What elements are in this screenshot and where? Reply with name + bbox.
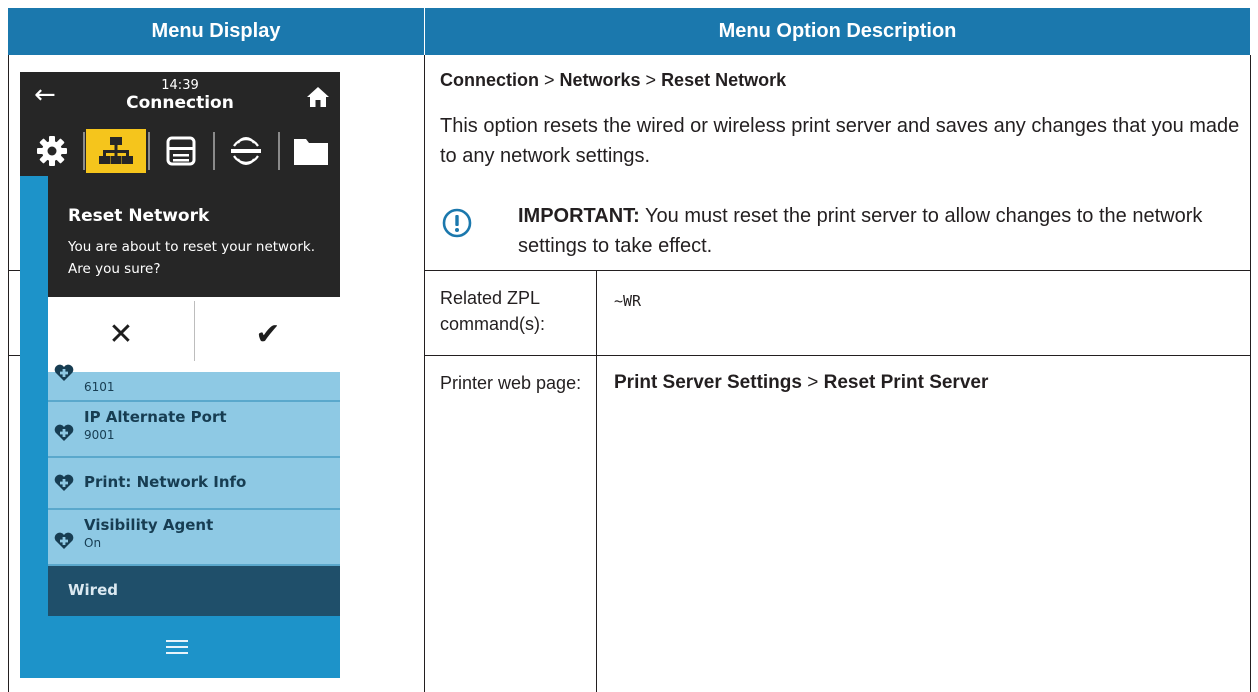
item-value: 6101 [84,380,115,394]
top-bar: ← 14:39 Connection [20,72,340,126]
favorite-plus-icon [54,364,74,381]
list-item[interactable]: Visibility Agent On [48,510,340,566]
web-page-path: Print Server Settings > Reset Print Serv… [614,372,989,393]
item-value: 9001 [84,428,115,442]
item-name: Visibility Agent [84,516,214,534]
row-divider-2 [424,355,1251,356]
tab-separator [278,132,280,170]
wireless-icon [231,137,261,165]
checkmark-icon: ✔ [255,317,281,352]
printer-display: ← 14:39 Connection Reset Network You are… [20,72,340,678]
left-tick-2 [8,355,20,356]
close-icon: ✕ [108,317,134,352]
web-page-label: Printer web page: [440,373,582,393]
dialog-buttons: ✕ ✔ [48,297,340,372]
settings-icon [37,136,67,166]
header-menu-option-description: Menu Option Description [425,8,1250,55]
label-column-divider [596,270,597,692]
item-name: IP Alternate Port [84,408,227,426]
header-menu-display: Menu Display [8,8,424,55]
folder-icon [294,139,328,165]
tab-sensors[interactable] [216,129,276,173]
tab-separator [213,132,215,170]
tab-separator [148,132,150,170]
table-border-right [1250,55,1251,692]
menu-path: Connection > Networks > Reset Network [440,70,787,90]
left-tick-1 [8,270,20,271]
item-name: Print: Network Info [84,473,247,491]
cancel-button[interactable]: ✕ [48,297,194,372]
tab-separator [83,132,85,170]
printer-icon [166,136,196,166]
tab-storage[interactable] [281,129,340,173]
home-icon[interactable] [306,86,330,108]
tab-print[interactable] [151,129,211,173]
tab-network[interactable] [86,129,146,173]
row-divider-1 [424,270,1251,271]
table-border-left [8,55,9,692]
tab-settings[interactable] [22,129,82,173]
network-icon [99,137,133,164]
important-icon [442,208,472,238]
favorite-plus-icon [54,424,74,441]
dialog-title: Reset Network [68,206,210,226]
confirm-button[interactable]: ✔ [195,297,340,372]
clock: 14:39 [161,78,199,93]
column-divider [424,55,425,692]
favorite-plus-icon [54,474,74,491]
settings-list: 6101 IP Alternate Port 9001 Print: Netwo… [48,364,340,616]
zpl-command-value: ~WR [614,292,642,310]
option-description: This option resets the wired or wireless… [440,115,1240,167]
tab-bar [20,126,340,176]
list-item[interactable]: Print: Network Info [48,458,340,510]
important-note: IMPORTANT: You must reset the print serv… [518,205,1203,257]
dialog-message: You are about to reset your network. Are… [68,239,316,277]
section-label: Wired [68,581,118,599]
screen-title: Connection [126,93,234,113]
list-item[interactable]: IP Alternate Port 9001 [48,402,340,458]
item-value: On [84,536,102,550]
list-item[interactable]: 6101 [48,364,340,402]
favorite-plus-icon [54,532,74,549]
section-wired[interactable]: Wired [48,566,340,616]
hamburger-menu-icon[interactable] [166,640,188,654]
header-divider [424,8,425,55]
zpl-command-label: Related ZPL command(s): [440,288,546,334]
